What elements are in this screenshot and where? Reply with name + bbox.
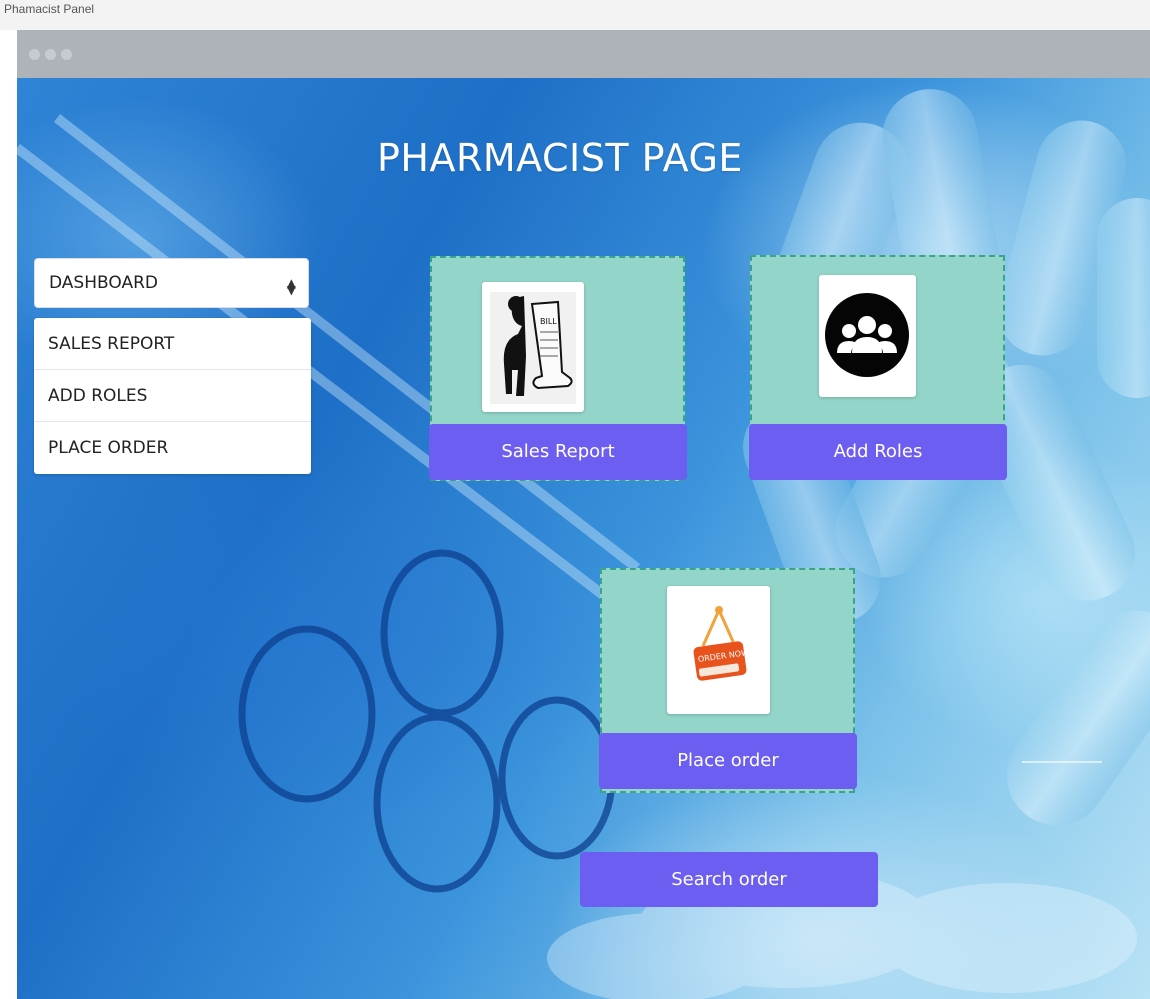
users-group-icon bbox=[819, 275, 916, 397]
select-arrow-down-icon: ▼ bbox=[286, 283, 296, 297]
bill-man-icon: BILL bbox=[482, 282, 584, 412]
menu-item-sales-report[interactable]: SALES REPORT bbox=[34, 318, 311, 370]
menu-item-add-roles[interactable]: ADD ROLES bbox=[34, 370, 311, 422]
sales-report-button[interactable]: Sales Report bbox=[429, 424, 687, 480]
menu-item-place-order[interactable]: PLACE ORDER bbox=[34, 422, 311, 474]
search-order-button[interactable]: Search order bbox=[580, 852, 878, 907]
browser-window: PHARMACIST PAGE DASHBOARD ▲ ▼ SALES REPO… bbox=[17, 30, 1150, 999]
maximize-window-dot[interactable] bbox=[61, 49, 72, 60]
app-title: Phamacist Panel bbox=[4, 2, 95, 16]
close-window-dot[interactable] bbox=[29, 49, 40, 60]
dashboard-select[interactable]: DASHBOARD ▲ ▼ bbox=[34, 258, 309, 308]
page-title: PHARMACIST PAGE bbox=[377, 136, 743, 180]
dashboard-menu: SALES REPORT ADD ROLES PLACE ORDER bbox=[34, 318, 311, 474]
dashboard-select-value: DASHBOARD bbox=[49, 273, 158, 293]
add-roles-card[interactable]: Add Roles bbox=[749, 255, 1007, 480]
minimize-window-dot[interactable] bbox=[45, 49, 56, 60]
svg-text:BILL: BILL bbox=[540, 317, 557, 326]
place-order-button[interactable]: Place order bbox=[599, 733, 857, 789]
window-chrome bbox=[17, 30, 1150, 78]
page-content: PHARMACIST PAGE DASHBOARD ▲ ▼ SALES REPO… bbox=[17, 78, 1150, 999]
order-now-sign-icon: ORDER NOW bbox=[667, 586, 770, 714]
app-title-bar: Phamacist Panel bbox=[0, 0, 1150, 30]
sales-report-card[interactable]: BILL Sales Report bbox=[429, 256, 687, 481]
place-order-card[interactable]: ORDER NOW Place order bbox=[599, 568, 857, 793]
add-roles-button[interactable]: Add Roles bbox=[749, 424, 1007, 480]
